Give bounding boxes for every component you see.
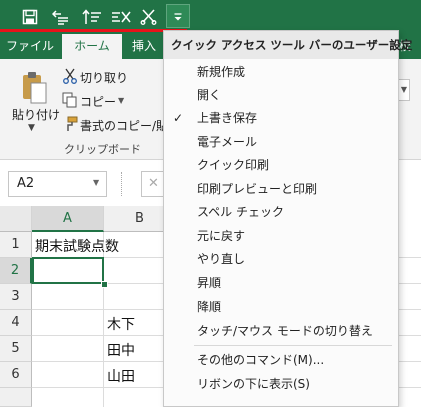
menu-item-email[interactable]: 電子メール: [164, 130, 398, 154]
copy-label[interactable]: コピー: [80, 93, 116, 110]
name-box[interactable]: A2 ▼: [8, 171, 107, 197]
menu-separator: [194, 345, 392, 346]
menu-item-redo[interactable]: やり直し: [164, 247, 398, 271]
customize-qat-dropdown-icon: [174, 13, 182, 21]
menu-item-sort-descending[interactable]: 降順: [164, 295, 398, 319]
copy-dropdown-icon[interactable]: ▼: [118, 96, 124, 105]
clear-filter-icon[interactable]: [109, 5, 133, 29]
name-box-dropdown-icon[interactable]: ▼: [93, 178, 99, 187]
row-header-1[interactable]: 1: [0, 232, 32, 258]
column-header-a[interactable]: A: [32, 206, 104, 232]
menu-item-more-commands[interactable]: その他のコマンド(M)...: [164, 348, 398, 372]
menu-item-sort-ascending[interactable]: 昇順: [164, 271, 398, 295]
menu-item-undo[interactable]: 元に戻す: [164, 224, 398, 248]
tab-file[interactable]: ファイル: [0, 34, 60, 59]
highlight-underline: [0, 29, 187, 32]
tab-home[interactable]: ホーム: [62, 34, 122, 59]
menu-title: クイック アクセス ツール バーのユーザー設定: [164, 31, 412, 59]
tab-insert[interactable]: 挿入: [124, 34, 164, 59]
sort-ascending-icon[interactable]: [80, 5, 104, 29]
cell-a1[interactable]: 期末試験点数: [35, 236, 119, 256]
menu-item-save[interactable]: ✓ 上書き保存: [164, 106, 398, 130]
menu-item-label: 電子メール: [197, 135, 258, 149]
active-cell-a2[interactable]: [32, 257, 104, 284]
row-header-5[interactable]: 5: [0, 336, 32, 362]
menu-item-label: タッチ/マウス モードの切り替え: [197, 324, 373, 338]
copy-icon[interactable]: [62, 92, 78, 111]
row-header-3[interactable]: 3: [0, 284, 32, 310]
select-all-corner[interactable]: [0, 206, 32, 232]
menu-item-new[interactable]: 新規作成: [164, 60, 398, 84]
paste-dropdown-icon[interactable]: ▼: [8, 123, 55, 133]
clipboard-group-label: クリップボード: [64, 143, 141, 156]
font-dropdown-fragment[interactable]: ▼: [398, 79, 410, 101]
undo-icon[interactable]: [49, 5, 73, 29]
customize-qat-menu: クイック アクセス ツール バーのユーザー設定 新規作成 開く ✓ 上書き保存 電…: [163, 30, 412, 407]
name-box-value: A2: [17, 176, 35, 191]
cut-label[interactable]: 切り取り: [80, 69, 128, 86]
save-icon[interactable]: [18, 5, 42, 29]
fill-handle[interactable]: [101, 281, 108, 288]
cell-b5[interactable]: 田中: [107, 340, 135, 360]
cut-filter-icon[interactable]: [137, 5, 161, 29]
menu-item-label: 開く: [197, 88, 222, 102]
customize-qat-button[interactable]: [166, 4, 190, 28]
menu-item-label: スペル チェック: [197, 205, 284, 219]
menu-item-label: 昇順: [197, 276, 222, 290]
menu-item-label: リボンの下に表示(S): [197, 377, 310, 391]
menu-item-print-preview[interactable]: 印刷プレビューと印刷: [164, 177, 398, 201]
menu-item-label: 降順: [197, 300, 222, 314]
row-header-6[interactable]: 6: [0, 362, 32, 388]
row-header-4[interactable]: 4: [0, 310, 32, 336]
checkmark-icon: ✓: [173, 111, 184, 125]
menu-item-label: 印刷プレビューと印刷: [197, 182, 318, 196]
menu-item-show-below-ribbon[interactable]: リボンの下に表示(S): [164, 372, 398, 396]
cancel-entry-icon[interactable]: ✕: [141, 171, 165, 197]
cell-b4[interactable]: 木下: [107, 314, 135, 334]
menu-item-label: クイック印刷: [197, 158, 270, 172]
menu-item-quick-print[interactable]: クイック印刷: [164, 153, 398, 177]
format-painter-icon[interactable]: [62, 116, 78, 135]
scissors-icon[interactable]: [62, 68, 78, 87]
menu-item-label: 元に戻す: [197, 229, 246, 243]
cell-b6[interactable]: 山田: [107, 366, 135, 386]
menu-item-spelling[interactable]: スペル チェック: [164, 200, 398, 224]
menu-item-label: 上書き保存: [197, 111, 258, 125]
paste-label[interactable]: 貼り付け: [12, 106, 60, 123]
menu-item-touch-mode[interactable]: タッチ/マウス モードの切り替え: [164, 319, 398, 343]
row-header-7[interactable]: [0, 388, 32, 407]
formula-bar-splitter[interactable]: [121, 172, 124, 196]
menu-item-label: その他のコマンド(M)...: [197, 353, 325, 367]
menu-item-label: やり直し: [197, 252, 246, 266]
menu-item-label: 新規作成: [197, 65, 246, 79]
paste-icon[interactable]: [20, 71, 48, 108]
row-header-2[interactable]: 2: [0, 258, 32, 284]
menu-item-open[interactable]: 開く: [164, 83, 398, 107]
format-painter-label[interactable]: 書式のコピー/貼り: [80, 117, 163, 134]
